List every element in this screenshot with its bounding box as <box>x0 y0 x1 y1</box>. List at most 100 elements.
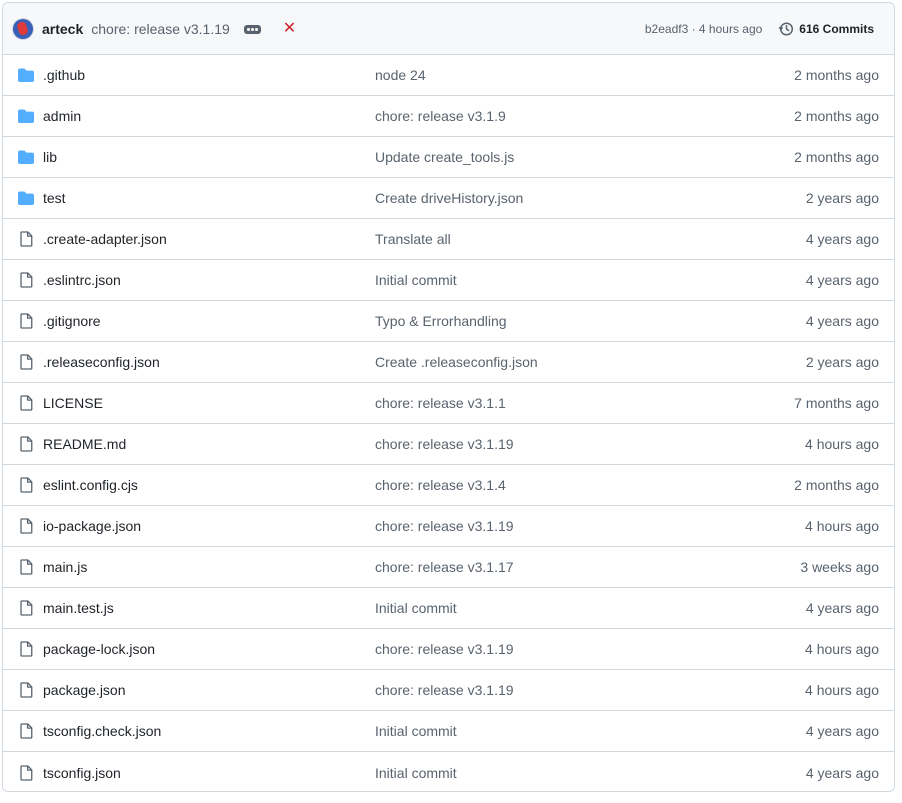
file-name-link[interactable]: main.js <box>43 559 375 575</box>
file-name-link[interactable]: tsconfig.check.json <box>43 723 375 739</box>
file-name-link[interactable]: LICENSE <box>43 395 375 411</box>
file-icon <box>3 395 43 411</box>
file-commit-age: 4 hours ago <box>805 518 879 534</box>
expand-message-button[interactable] <box>243 24 261 34</box>
file-commit-age: 4 years ago <box>805 764 879 781</box>
file-row[interactable]: tsconfig.json Initial commit 4 years ago <box>3 752 894 791</box>
file-row[interactable]: LICENSE chore: release v3.1.1 7 months ago <box>3 383 894 424</box>
folder-icon <box>3 67 43 83</box>
file-commit-message-link[interactable]: chore: release v3.1.19 <box>375 436 714 452</box>
file-name-link[interactable]: test <box>43 190 375 206</box>
file-commit-message-link[interactable]: Initial commit <box>375 600 714 616</box>
file-commit-message-link[interactable]: chore: release v3.1.17 <box>375 559 714 575</box>
file-row[interactable]: lib Update create_tools.js 2 months ago <box>3 137 894 178</box>
file-icon <box>3 272 43 288</box>
file-name-link[interactable]: package.json <box>43 682 375 698</box>
file-commit-age: 2 months ago <box>794 67 879 83</box>
file-commit-age: 4 years ago <box>805 723 879 739</box>
commits-history-link[interactable]: 616 Commits <box>778 21 874 37</box>
history-icon <box>778 21 794 37</box>
file-icon <box>3 559 43 575</box>
file-row[interactable]: .gitignore Typo & Errorhandling 4 years ag… <box>3 301 894 342</box>
file-icon <box>3 600 43 616</box>
file-commit-message-link[interactable]: Typo & Errorhandling <box>375 313 714 329</box>
file-icon <box>3 313 43 329</box>
file-commit-message-link[interactable]: node 24 <box>375 67 714 83</box>
file-icon <box>3 436 43 452</box>
file-icon <box>3 477 43 493</box>
file-commit-age: 4 years ago <box>805 313 879 329</box>
author-avatar[interactable] <box>13 18 33 39</box>
file-name-link[interactable]: .github <box>43 67 375 83</box>
file-commit-message-link[interactable]: Create driveHistory.json <box>375 190 714 206</box>
file-commit-age: 2 months ago <box>794 108 879 124</box>
file-commit-age: 4 years ago <box>805 272 879 288</box>
file-commit-message-link[interactable]: Update create_tools.js <box>375 149 714 165</box>
file-row[interactable]: test Create driveHistory.json 2 years ago <box>3 178 894 219</box>
file-commit-message-link[interactable]: Translate all <box>375 231 714 247</box>
file-row[interactable]: package-lock.json chore: release v3.1.19 4… <box>3 629 894 670</box>
file-commit-message-link[interactable]: chore: release v3.1.19 <box>375 518 714 534</box>
file-commit-age: 2 years ago <box>805 190 879 206</box>
file-commit-message-link[interactable]: chore: release v3.1.19 <box>375 682 714 698</box>
file-commit-age: 2 months ago <box>794 477 879 493</box>
file-name-link[interactable]: admin <box>43 108 375 124</box>
file-commit-message-link[interactable]: chore: release v3.1.4 <box>375 477 714 493</box>
commit-sha-time[interactable]: b2eadf3 · 4 hours ago <box>645 22 762 36</box>
file-row[interactable]: .github node 24 2 months ago <box>3 55 894 96</box>
file-commit-age: 2 years ago <box>805 354 879 370</box>
file-name-link[interactable]: io-package.json <box>43 518 375 534</box>
file-browser: arteck chore: release v3.1.19 ✕ b2eadf3 … <box>2 2 895 792</box>
commit-author[interactable]: arteck <box>42 21 83 37</box>
file-name-link[interactable]: main.test.js <box>43 600 375 616</box>
commits-count: 616 Commits <box>799 21 874 36</box>
file-name-link[interactable]: .create-adapter.json <box>43 231 375 247</box>
file-commit-age: 2 months ago <box>794 149 879 165</box>
file-commit-age: 7 months ago <box>794 395 879 411</box>
file-row[interactable]: README.md chore: release v3.1.19 4 hours a… <box>3 424 894 465</box>
file-icon <box>3 518 43 534</box>
file-row[interactable]: main.js chore: release v3.1.17 3 weeks ago <box>3 547 894 588</box>
file-name-link[interactable]: eslint.config.cjs <box>43 477 375 493</box>
file-commit-message-link[interactable]: Initial commit <box>375 723 714 739</box>
file-row[interactable]: tsconfig.check.json Initial commit 4 years… <box>3 711 894 752</box>
file-name-link[interactable]: README.md <box>43 436 375 452</box>
file-commit-message-link[interactable]: Initial commit <box>375 272 714 288</box>
file-icon <box>3 231 43 247</box>
file-commit-age: 3 weeks ago <box>800 559 879 575</box>
file-list: .github node 24 2 months ago admin chore: re… <box>3 55 894 791</box>
file-name-link[interactable]: tsconfig.json <box>43 765 375 781</box>
file-name-link[interactable]: lib <box>43 149 375 165</box>
latest-commit-bar: arteck chore: release v3.1.19 ✕ b2eadf3 … <box>3 3 894 55</box>
commit-message[interactable]: chore: release v3.1.19 <box>91 21 230 37</box>
file-commit-message-link[interactable]: Initial commit <box>375 765 714 781</box>
file-commit-age: 4 hours ago <box>805 641 879 657</box>
file-name-link[interactable]: .releaseconfig.json <box>43 354 375 370</box>
file-commit-age: 4 years ago <box>805 231 879 247</box>
file-commit-message-link[interactable]: chore: release v3.1.1 <box>375 395 714 411</box>
file-icon <box>3 723 43 739</box>
file-name-link[interactable]: .gitignore <box>43 313 375 329</box>
file-icon <box>3 764 43 781</box>
file-row[interactable]: package.json chore: release v3.1.19 4 hour… <box>3 670 894 711</box>
failed-status-icon[interactable]: ✕ <box>283 20 296 37</box>
folder-icon <box>3 190 43 206</box>
file-row[interactable]: .eslintrc.json Initial commit 4 years ago <box>3 260 894 301</box>
folder-icon <box>3 108 43 124</box>
folder-icon <box>3 149 43 165</box>
file-commit-message-link[interactable]: chore: release v3.1.19 <box>375 641 714 657</box>
file-commit-message-link[interactable]: chore: release v3.1.9 <box>375 108 714 124</box>
file-commit-message-link[interactable]: Create .releaseconfig.json <box>375 354 714 370</box>
file-commit-age: 4 years ago <box>805 600 879 616</box>
file-icon <box>3 641 43 657</box>
file-row[interactable]: io-package.json chore: release v3.1.19 4 h… <box>3 506 894 547</box>
file-name-link[interactable]: package-lock.json <box>43 641 375 657</box>
file-row[interactable]: main.test.js Initial commit 4 years ago <box>3 588 894 629</box>
file-row[interactable]: .releaseconfig.json Create .releaseconfig… <box>3 342 894 383</box>
file-row[interactable]: admin chore: release v3.1.9 2 months ago <box>3 96 894 137</box>
file-name-link[interactable]: .eslintrc.json <box>43 272 375 288</box>
file-icon <box>3 682 43 698</box>
file-commit-age: 4 hours ago <box>805 436 879 452</box>
file-row[interactable]: .create-adapter.json Translate all 4 years… <box>3 219 894 260</box>
file-row[interactable]: eslint.config.cjs chore: release v3.1.4 2 … <box>3 465 894 506</box>
